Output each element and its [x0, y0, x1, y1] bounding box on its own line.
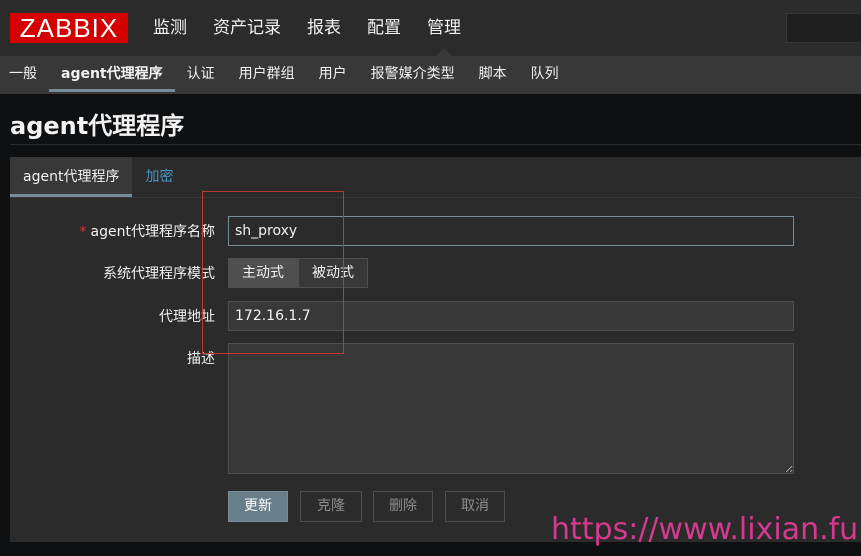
- main-nav-configuration[interactable]: 配置: [354, 0, 414, 56]
- description-textarea[interactable]: [228, 343, 794, 474]
- main-nav-reports[interactable]: 报表: [294, 0, 354, 56]
- update-button[interactable]: 更新: [228, 491, 288, 522]
- proxy-name-label: * agent代理程序名称: [80, 221, 215, 241]
- main-nav-inventory[interactable]: 资产记录: [200, 0, 294, 56]
- annotation-highlight-box: [202, 191, 344, 354]
- sub-nav-users[interactable]: 用户: [307, 56, 359, 94]
- tab-divider: [10, 197, 861, 198]
- watermark: https://www.lixian.fun: [551, 512, 861, 547]
- form-tabs: agent代理程序 加密: [10, 157, 186, 197]
- main-nav: 监测 资产记录 报表 配置 管理: [140, 0, 474, 56]
- main-nav-monitoring[interactable]: 监测: [140, 0, 200, 56]
- required-asterisk: *: [79, 224, 87, 240]
- proxy-mode-label: 系统代理程序模式: [103, 266, 215, 282]
- sub-nav-authentication[interactable]: 认证: [175, 56, 227, 94]
- sub-nav-scripts[interactable]: 脚本: [467, 56, 519, 94]
- tab-encryption[interactable]: 加密: [132, 157, 186, 197]
- proxy-name-label-text: agent代理程序名称: [90, 224, 215, 240]
- zabbix-logo[interactable]: ZABBIX: [10, 13, 128, 43]
- title-divider: [10, 144, 861, 145]
- sub-nav-user-groups[interactable]: 用户群组: [227, 56, 307, 94]
- sub-nav-proxies[interactable]: agent代理程序: [49, 56, 175, 94]
- form-panel: agent代理程序 加密 *agent代理程序名称 系统代理程序模式 主动式 被…: [10, 157, 861, 542]
- sub-nav-media-types[interactable]: 报警媒介类型: [359, 56, 467, 94]
- main-nav-administration[interactable]: 管理: [414, 0, 474, 56]
- sub-nav: 一般 agent代理程序 认证 用户群组 用户 报警媒介类型 脚本 队列: [0, 56, 861, 94]
- sub-nav-queue[interactable]: 队列: [519, 56, 571, 94]
- sub-nav-general[interactable]: 一般: [0, 56, 49, 94]
- cancel-button[interactable]: 取消: [445, 491, 505, 522]
- delete-button[interactable]: 删除: [373, 491, 433, 522]
- search-input[interactable]: [786, 13, 861, 43]
- page-title: agent代理程序: [10, 112, 185, 140]
- tab-proxy[interactable]: agent代理程序: [10, 157, 133, 197]
- clone-button[interactable]: 克隆: [300, 491, 362, 522]
- top-header: ZABBIX 监测 资产记录 报表 配置 管理: [0, 0, 861, 56]
